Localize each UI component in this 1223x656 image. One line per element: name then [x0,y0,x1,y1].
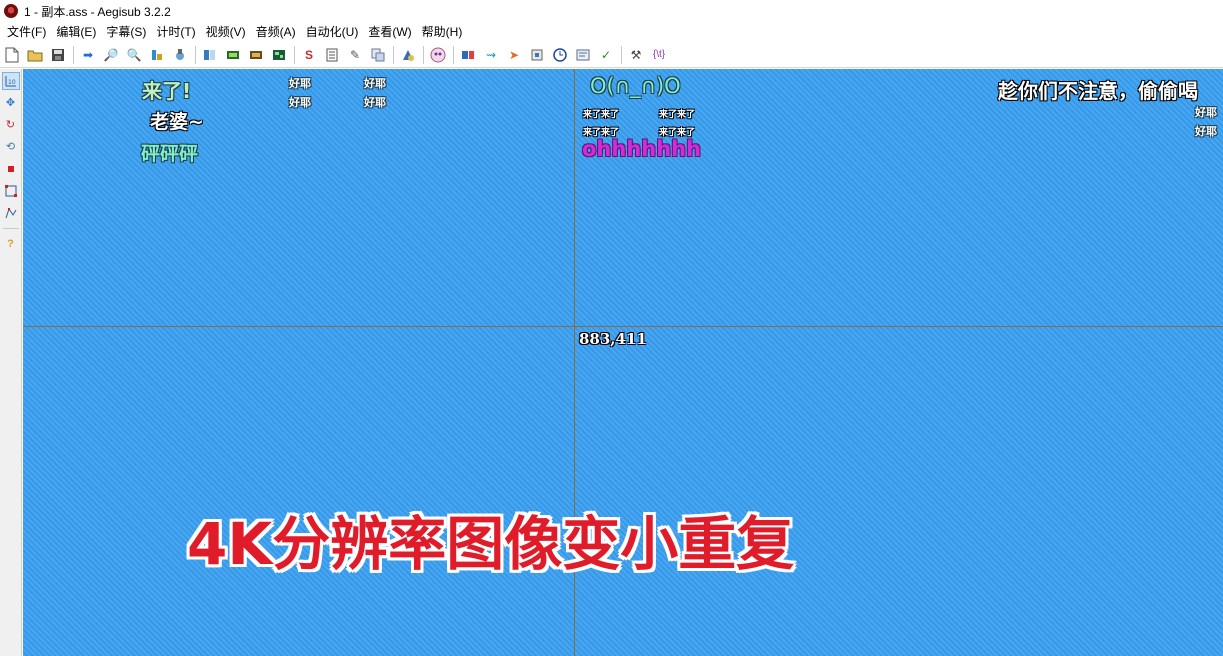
help-icon[interactable]: ? [2,235,20,253]
kanji-timer-icon[interactable] [458,45,478,65]
video-play-icon[interactable] [246,45,266,65]
window-title: 1 - 副本.ass - Aegisub 3.2.2 [24,4,171,19]
toolbar-separator [393,46,394,64]
menu-timing[interactable]: 计时(T) [151,22,200,42]
shift-times-icon[interactable]: ⇝ [481,45,501,65]
menu-file[interactable]: 文件(F) [2,22,51,42]
svg-text:10: 10 [8,79,16,86]
resample-icon[interactable] [322,45,342,65]
standard-tool-icon[interactable]: 10 [1,72,20,90]
toolbar-separator [453,46,454,64]
video-details-icon[interactable] [200,45,220,65]
drag-tool-icon[interactable]: ✥ [2,94,20,112]
spellcheck-icon[interactable]: ✎ [345,45,365,65]
subtitle-lailele: 来了来了 [659,110,696,120]
subtitle-ohh: ohhhhhhh [582,137,702,161]
subtitle-haoye: 好耶 [289,96,311,109]
subtitle-haoye: 好耶 [364,77,386,90]
zoom-out-icon[interactable]: 🔍 [124,45,144,65]
timer-icon[interactable] [550,45,570,65]
open-folder-icon[interactable] [25,45,45,65]
new-file-icon[interactable] [2,45,22,65]
crosshair-horizontal-line [23,326,1223,327]
rotate-xy-tool-icon[interactable]: ⟲ [2,138,20,156]
select-lines-icon[interactable]: ➤ [504,45,524,65]
subtitle-pengpeng: 砰砰砰 [141,143,199,165]
rotate-z-tool-icon[interactable]: ↻ [2,116,20,134]
clip-tool-icon[interactable] [2,182,20,200]
translation-icon[interactable]: S [299,45,319,65]
subtitle-haoye: 好耶 [289,77,311,90]
check-icon[interactable]: ✓ [596,45,616,65]
toolbar-separator [195,46,196,64]
styling-assistant-icon[interactable] [527,45,547,65]
subtitle-toukan: 趁你们不注意，偷偷喝 [998,79,1198,103]
subtitle-laile: 来了! [142,79,192,103]
override-tag-icon[interactable]: {\t} [649,45,669,65]
properties-icon[interactable] [573,45,593,65]
aegisub-app-icon[interactable] [4,4,18,18]
toolbar-separator [294,46,295,64]
visual-tools-strip: 10 ✥ ↻ ⟲ ? [0,69,22,656]
subtitle-face: O(∩_∩)O [590,74,681,98]
attachments-icon[interactable] [170,45,190,65]
subtitle-lailele: 来了来了 [583,110,620,120]
main-toolbar: ➡ 🔎 🔍 S ✎ ⇝ ➤ ✓ ⚒ {\t} [0,43,1223,68]
tool-separator [2,228,19,229]
menu-view[interactable]: 查看(W) [363,22,416,42]
menu-bar: 文件(F) 编辑(E) 字幕(S) 计时(T) 视频(V) 音频(A) 自动化(… [0,22,1223,42]
keyframes-icon[interactable] [223,45,243,65]
overlay-caption: 4K分辨率图像变小重复 [187,510,795,578]
video-display[interactable]: 来了! 老婆~ 砰砰砰 好耶 好耶 好耶 好耶 O(∩_∩)O 来了来了 来了来… [23,69,1223,656]
toolbar-separator [423,46,424,64]
subtitle-haoye: 好耶 [1195,125,1217,138]
vector-clip-tool-icon[interactable] [2,204,20,222]
menu-automation[interactable]: 自动化(U) [301,22,364,42]
subtitle-haoye: 好耶 [364,96,386,109]
menu-audio[interactable]: 音频(A) [251,22,301,42]
menu-video[interactable]: 视频(V) [201,22,251,42]
fonts-collector-icon[interactable] [398,45,418,65]
jump-to-icon[interactable]: ➡ [78,45,98,65]
scale-tool-icon[interactable] [2,160,20,178]
save-icon[interactable] [48,45,68,65]
tools-icon[interactable]: ⚒ [626,45,646,65]
title-bar: 1 - 副本.ass - Aegisub 3.2.2 [0,0,1223,22]
menu-subtitle[interactable]: 字幕(S) [101,22,151,42]
zoom-in-icon[interactable]: 🔎 [101,45,121,65]
menu-help[interactable]: 帮助(H) [417,22,468,42]
subtitle-laopo: 老婆~ [150,111,204,133]
video-snap-icon[interactable] [269,45,289,65]
style-manager-icon[interactable] [147,45,167,65]
toolbar-separator [621,46,622,64]
timing-post-processor-icon[interactable] [368,45,388,65]
menu-edit[interactable]: 编辑(E) [51,22,101,42]
subtitle-haoye: 好耶 [1195,106,1217,119]
automation-icon[interactable] [428,45,448,65]
cursor-coordinate: 883,411 [579,330,647,348]
toolbar-separator [73,46,74,64]
